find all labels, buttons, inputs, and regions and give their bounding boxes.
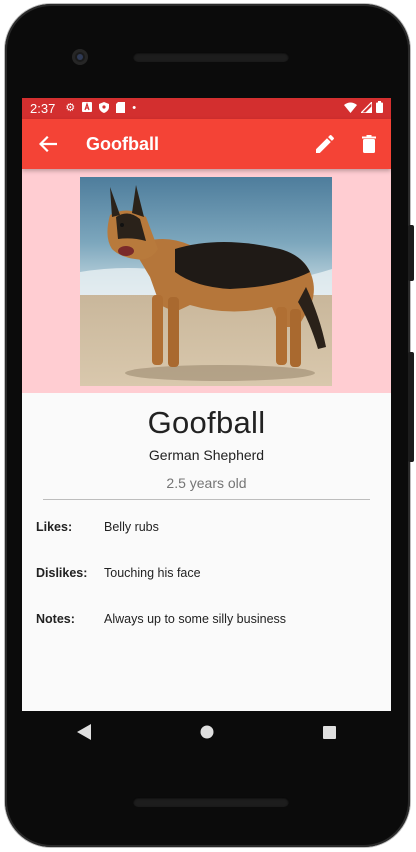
nav-back-icon[interactable] bbox=[60, 716, 108, 748]
dislikes-label: Dislikes: bbox=[36, 566, 88, 580]
app-bar-actions bbox=[313, 132, 381, 156]
delete-trash-icon[interactable] bbox=[357, 132, 381, 156]
pet-details: Goofball German Shepherd 2.5 years old bbox=[22, 405, 391, 500]
app-bar-title: Goofball bbox=[86, 133, 159, 154]
wifi-icon bbox=[344, 101, 357, 116]
pet-photo-header bbox=[22, 169, 391, 393]
dot-icon: • bbox=[132, 102, 137, 114]
navigation-bar bbox=[22, 711, 391, 753]
system-icons bbox=[344, 100, 383, 116]
gear-icon: ⚙ bbox=[65, 102, 76, 114]
sd-card-icon bbox=[116, 101, 126, 116]
status-bar: 2:37 ⚙ • bbox=[22, 98, 391, 119]
pet-photo bbox=[80, 177, 332, 386]
shield-icon bbox=[99, 101, 110, 116]
status-time: 2:37 bbox=[30, 101, 56, 116]
signal-icon bbox=[359, 100, 373, 116]
nav-home-icon[interactable] bbox=[183, 716, 231, 748]
app-bar: Goofball bbox=[22, 119, 391, 169]
pet-breed: German Shepherd bbox=[148, 447, 265, 463]
likes-label: Likes: bbox=[36, 520, 73, 534]
battery-icon bbox=[376, 101, 383, 116]
back-arrow-icon[interactable] bbox=[36, 132, 60, 156]
top-speaker bbox=[133, 52, 289, 62]
a-badge-icon bbox=[82, 102, 93, 115]
bottom-speaker bbox=[133, 797, 289, 807]
front-camera bbox=[72, 49, 88, 65]
pet-name: Goofball bbox=[147, 405, 266, 440]
edit-pencil-icon[interactable] bbox=[313, 132, 337, 156]
divider bbox=[43, 499, 370, 500]
screen: 2:37 ⚙ • Goofball Goofball German Shephe… bbox=[22, 98, 391, 711]
pet-age: 2.5 years old bbox=[166, 475, 247, 491]
power-button[interactable] bbox=[408, 352, 414, 462]
notification-icons: ⚙ • bbox=[65, 101, 137, 116]
volume-button[interactable] bbox=[408, 225, 414, 281]
dislikes-value: Touching his face bbox=[104, 566, 201, 580]
pet-info-list: Likes: Belly rubs Dislikes: Touching his… bbox=[22, 520, 391, 658]
notes-row: Notes: Always up to some silly business bbox=[22, 612, 391, 658]
likes-row: Likes: Belly rubs bbox=[22, 520, 391, 566]
dislikes-row: Dislikes: Touching his face bbox=[22, 566, 391, 612]
notes-value: Always up to some silly business bbox=[104, 612, 287, 626]
notes-label: Notes: bbox=[36, 612, 75, 626]
likes-value: Belly rubs bbox=[104, 520, 159, 534]
nav-recents-icon[interactable] bbox=[306, 716, 354, 748]
